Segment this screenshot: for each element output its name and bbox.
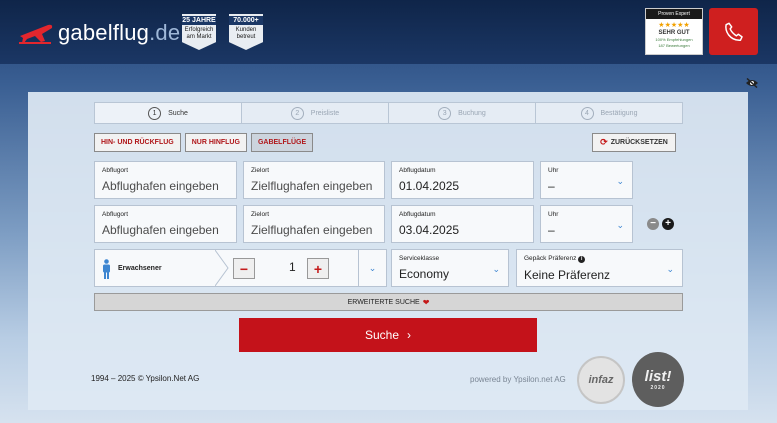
step-confirmation: 4 Bestätigung bbox=[536, 103, 682, 123]
eye-off-icon[interactable] bbox=[745, 78, 759, 88]
departure-date-field-2[interactable]: Abflugdatum 03.04.2025 bbox=[391, 205, 534, 243]
top-header: gabelflug.de 25 JAHRE Erfolgreich am Mark… bbox=[0, 0, 777, 64]
time-select-2[interactable]: Uhr – ⌄ bbox=[540, 205, 633, 243]
step-search: 1 Suche bbox=[95, 103, 242, 123]
star-rating-icon: ★★★★★ bbox=[658, 22, 690, 29]
passenger-count: 1 bbox=[289, 260, 296, 274]
destination-field-1[interactable]: Zielort Zielflughafen eingeben bbox=[243, 161, 385, 199]
person-icon bbox=[103, 259, 110, 279]
copyright-text: 1994 – 2025 © Ypsilon.Net AG bbox=[91, 374, 200, 383]
trip-type-tabs: HIN- UND RÜCKFLUG NUR HINFLUG GABELFLÜGE bbox=[94, 133, 314, 152]
divider-arrow bbox=[215, 250, 229, 286]
increase-passengers-button[interactable]: + bbox=[307, 258, 329, 279]
chevron-right-icon: › bbox=[407, 328, 412, 342]
phone-button[interactable] bbox=[709, 8, 758, 55]
years-badge: 25 JAHRE Erfolgreich am Markt bbox=[182, 14, 216, 50]
logo-text: gabelflug.de bbox=[58, 20, 181, 45]
plane-icon bbox=[19, 24, 53, 44]
phone-icon bbox=[724, 22, 743, 41]
chevron-down-icon: ⌄ bbox=[616, 220, 624, 230]
remove-leg-button[interactable]: − bbox=[647, 218, 659, 230]
reset-button[interactable]: ⟳ ZURÜCKSETZEN bbox=[592, 133, 676, 152]
proven-expert-badge[interactable]: Proven Expert ★★★★★ SEHR GUT 100% Empfeh… bbox=[645, 8, 703, 55]
list-award-seal: list! 2020 bbox=[632, 352, 684, 407]
origin-field-1[interactable]: Abflugort Abflughafen eingeben bbox=[94, 161, 237, 199]
info-icon[interactable]: i bbox=[578, 256, 586, 263]
passenger-type-dropdown[interactable]: ⌄ bbox=[358, 250, 386, 286]
logo[interactable]: gabelflug.de bbox=[18, 20, 180, 46]
booking-steps: 1 Suche 2 Preisliste 3 Buchung 4 Bestätigung bbox=[94, 102, 683, 124]
infaz-seal: infaz bbox=[577, 356, 625, 404]
powered-by-link[interactable]: powered by Ypsilon.net AG bbox=[470, 375, 566, 384]
passenger-type-label: Erwachsener bbox=[118, 265, 162, 272]
chevron-down-icon: ⌄ bbox=[492, 264, 500, 274]
baggage-preference-select[interactable]: Gepäck Präferenz i Keine Präferenz ⌄ bbox=[516, 249, 683, 287]
decrease-passengers-button[interactable]: − bbox=[233, 258, 255, 279]
step-booking: 3 Buchung bbox=[389, 103, 536, 123]
chevron-down-icon: ⌄ bbox=[616, 176, 624, 186]
departure-date-field-1[interactable]: Abflugdatum 01.04.2025 bbox=[391, 161, 534, 199]
step-pricelist: 2 Preisliste bbox=[242, 103, 389, 123]
chevron-down-icon: ⌄ bbox=[368, 262, 377, 273]
add-leg-button[interactable]: + bbox=[662, 218, 674, 230]
advanced-search-toggle[interactable]: ERWEITERTE SUCHE ❤ bbox=[94, 293, 683, 311]
tab-roundtrip[interactable]: HIN- UND RÜCKFLUG bbox=[94, 133, 181, 152]
customers-badge: 70.000+ Kunden betreut bbox=[229, 14, 263, 50]
refresh-icon: ⟳ bbox=[600, 137, 608, 147]
chevron-down-icon: ❤ bbox=[422, 297, 430, 307]
chevron-down-icon: ⌄ bbox=[666, 264, 674, 274]
destination-field-2[interactable]: Zielort Zielflughafen eingeben bbox=[243, 205, 385, 243]
passenger-selector: Erwachsener − 1 + ⌄ bbox=[94, 249, 387, 287]
time-select-1[interactable]: Uhr – ⌄ bbox=[540, 161, 633, 199]
tab-oneway[interactable]: NUR HINFLUG bbox=[184, 133, 247, 152]
origin-field-2[interactable]: Abflugort Abflughafen eingeben bbox=[94, 205, 237, 243]
service-class-select[interactable]: Serviceklasse Economy ⌄ bbox=[391, 249, 509, 287]
leg-controls: − + bbox=[647, 218, 674, 230]
tab-openjaw[interactable]: GABELFLÜGE bbox=[250, 133, 314, 152]
search-button[interactable]: Suche › bbox=[239, 318, 537, 352]
